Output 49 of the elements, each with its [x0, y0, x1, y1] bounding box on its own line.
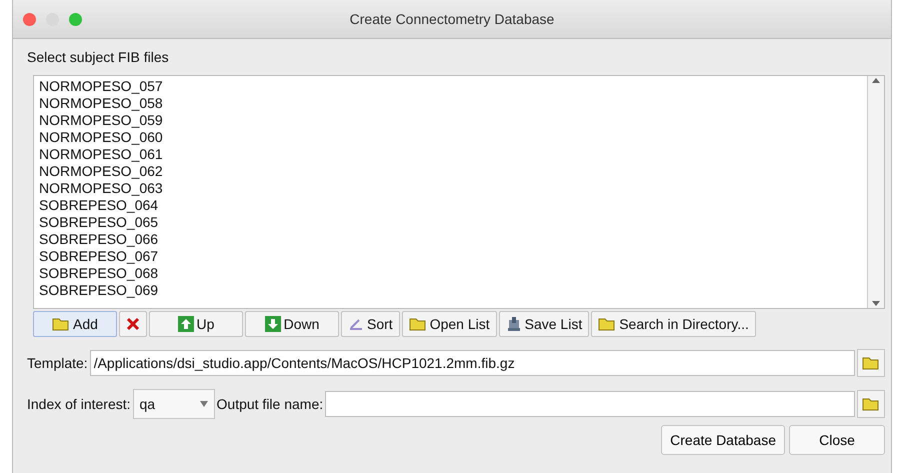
file-item[interactable]: SOBREPESO_065 — [39, 214, 862, 231]
dialog-button[interactable]: Create Database — [661, 425, 785, 455]
file-item[interactable]: NORMOPESO_057 — [39, 78, 862, 95]
file-item[interactable]: NORMOPESO_061 — [39, 146, 862, 163]
output-label: Output file name: — [216, 396, 324, 412]
list-button[interactable]: Add — [33, 311, 117, 337]
file-list[interactable]: NORMOPESO_057 NORMOPESO_058 NORMOPESO_059 NORMOPESO_060 NORMOPESO_061 NORMOPESO_062 NORMOPESO_063 SOBREPESO_064 SOBREPESO_065 SOBREPESO_066 SOBREPESO_067 SOBREPESO_068 SOBREPESO_069 — [33, 75, 885, 309]
template-label: Template: — [27, 355, 88, 371]
folder-icon — [862, 397, 880, 411]
file-item[interactable]: NORMOPESO_062 — [39, 163, 862, 180]
output-field[interactable] — [325, 391, 855, 417]
scroll-up-icon[interactable] — [871, 76, 881, 86]
folder-icon — [52, 317, 70, 331]
file-item[interactable]: SOBREPESO_069 — [39, 282, 862, 299]
file-item[interactable]: NORMOPESO_059 — [39, 112, 862, 129]
list-button[interactable]: Search in Directory... — [591, 311, 756, 337]
save-icon — [506, 316, 522, 332]
browse-button[interactable] — [857, 390, 885, 418]
folder-icon — [408, 317, 427, 331]
folder-icon — [862, 356, 880, 370]
file-item[interactable]: SOBREPESO_064 — [39, 197, 862, 214]
index-dropdown[interactable]: qa — [132, 389, 215, 419]
sort-icon — [348, 317, 364, 331]
file-item[interactable]: SOBREPESO_067 — [39, 248, 862, 265]
window-title: Create Connectometry Database — [348, 11, 556, 27]
delete-button[interactable] — [119, 311, 147, 337]
scroll-down-icon[interactable] — [871, 298, 881, 308]
file-item[interactable]: NORMOPESO_060 — [39, 129, 862, 146]
file-item[interactable]: NORMOPESO_058 — [39, 95, 862, 112]
list-button[interactable]: Save List — [498, 311, 590, 337]
delete-icon — [126, 317, 140, 331]
down-arrow-icon — [264, 316, 281, 332]
up-arrow-icon — [178, 316, 194, 332]
list-button[interactable]: Sort — [341, 311, 400, 337]
list-button[interactable]: Open List — [402, 311, 497, 337]
files-label: Select subject FIB files — [27, 49, 170, 65]
list-button[interactable]: Down — [245, 311, 339, 337]
file-item[interactable]: NORMOPESO_063 — [39, 180, 862, 197]
template-field[interactable]: /Applications/dsi_studio.app/Contents/MacOS/HCP1021.2mm.fib.gz — [90, 350, 855, 376]
list-button[interactable]: Up — [149, 311, 243, 337]
browse-button[interactable] — [857, 349, 885, 377]
index-label: Index of interest: — [27, 396, 131, 412]
file-item[interactable]: SOBREPESO_066 — [39, 231, 862, 248]
scrollbar[interactable] — [867, 76, 884, 308]
folder-icon — [598, 317, 616, 331]
file-item[interactable]: SOBREPESO_068 — [39, 265, 862, 282]
close-icon[interactable] — [23, 12, 36, 26]
dropdown-caret-icon — [200, 401, 208, 407]
dialog-button[interactable]: Close — [789, 425, 885, 455]
